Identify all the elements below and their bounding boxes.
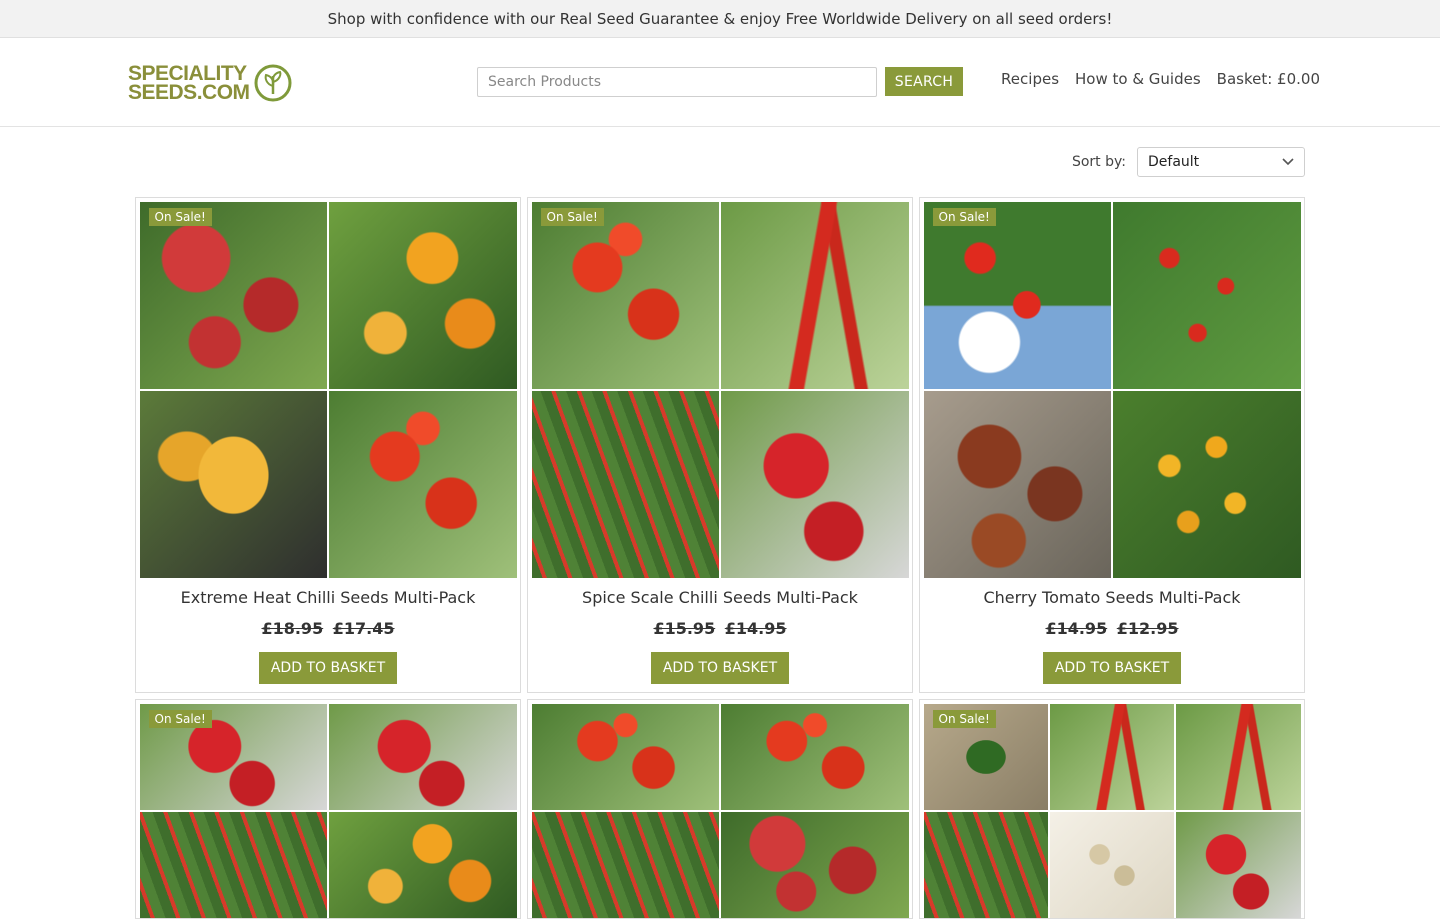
product-card[interactable]: On Sale! Cherry Tomato Seeds Multi-Pack … — [919, 197, 1305, 693]
product-card[interactable]: On Sale! Spice Scale Chilli Seeds Multi-… — [527, 197, 913, 693]
nav-guides-link[interactable]: How to & Guides — [1075, 70, 1201, 88]
sale-badge: On Sale! — [148, 710, 212, 728]
old-price: £14.95 — [1045, 619, 1108, 638]
product-image[interactable]: On Sale! — [923, 202, 1301, 578]
nav-recipes-link[interactable]: Recipes — [1001, 70, 1059, 88]
product-title[interactable]: Spice Scale Chilli Seeds Multi-Pack — [582, 588, 858, 607]
search-input[interactable] — [477, 67, 877, 97]
product-card[interactable]: On Sale! Extreme Heat Chilli Seeds Multi… — [135, 197, 521, 693]
nav-basket-link[interactable]: Basket: £0.00 — [1217, 70, 1320, 88]
add-to-basket-button[interactable]: ADD TO BASKET — [1042, 652, 1182, 684]
sale-price: £17.45 — [332, 619, 395, 638]
search-bar: SEARCH — [477, 67, 963, 97]
product-grid: On Sale! Extreme Heat Chilli Seeds Multi… — [135, 197, 1305, 919]
promo-bar: Shop with confidence with our Real Seed … — [0, 0, 1440, 38]
product-image[interactable]: On Sale! — [531, 202, 909, 578]
product-title[interactable]: Extreme Heat Chilli Seeds Multi-Pack — [181, 588, 476, 607]
sort-label: Sort by: — [1071, 154, 1126, 170]
old-price: £15.95 — [653, 619, 716, 638]
leaf-logo-icon — [254, 64, 292, 102]
chevron-down-icon — [1282, 158, 1294, 166]
product-image[interactable]: On Sale! — [139, 202, 517, 578]
site-header: SPECIALITY SEEDS.COM SEARCH Recipes How … — [0, 38, 1440, 127]
product-card[interactable]: On Sale! — [135, 699, 521, 919]
add-to-basket-button[interactable]: ADD TO BASKET — [650, 652, 790, 684]
product-price: £14.95 £12.95 — [1045, 619, 1178, 638]
sort-control: Sort by: Default — [1072, 147, 1305, 177]
add-to-basket-button[interactable]: ADD TO BASKET — [258, 652, 398, 684]
product-image[interactable]: On Sale! — [923, 704, 1301, 918]
product-image[interactable]: On Sale! — [139, 704, 517, 918]
sale-price: £14.95 — [724, 619, 787, 638]
sort-selected-value: Default — [1148, 154, 1200, 170]
product-title[interactable]: Cherry Tomato Seeds Multi-Pack — [983, 588, 1240, 607]
logo-wordmark: SPECIALITY SEEDS.COM — [128, 62, 250, 104]
sale-badge: On Sale! — [932, 208, 996, 226]
main-nav: Recipes How to & Guides Basket: £0.00 — [1001, 70, 1320, 88]
sort-select[interactable]: Default — [1137, 147, 1305, 177]
sale-badge: On Sale! — [932, 710, 996, 728]
promo-text: Shop with confidence with our Real Seed … — [327, 9, 1113, 28]
product-image[interactable] — [531, 704, 909, 918]
product-price: £18.95 £17.45 — [261, 619, 394, 638]
sale-price: £12.95 — [1116, 619, 1179, 638]
sale-badge: On Sale! — [148, 208, 212, 226]
site-logo[interactable]: SPECIALITY SEEDS.COM — [128, 60, 313, 106]
product-card[interactable] — [527, 699, 913, 919]
product-price: £15.95 £14.95 — [653, 619, 786, 638]
product-card[interactable]: On Sale! — [919, 699, 1305, 919]
search-button[interactable]: SEARCH — [885, 67, 963, 96]
old-price: £18.95 — [261, 619, 324, 638]
sale-badge: On Sale! — [540, 208, 604, 226]
